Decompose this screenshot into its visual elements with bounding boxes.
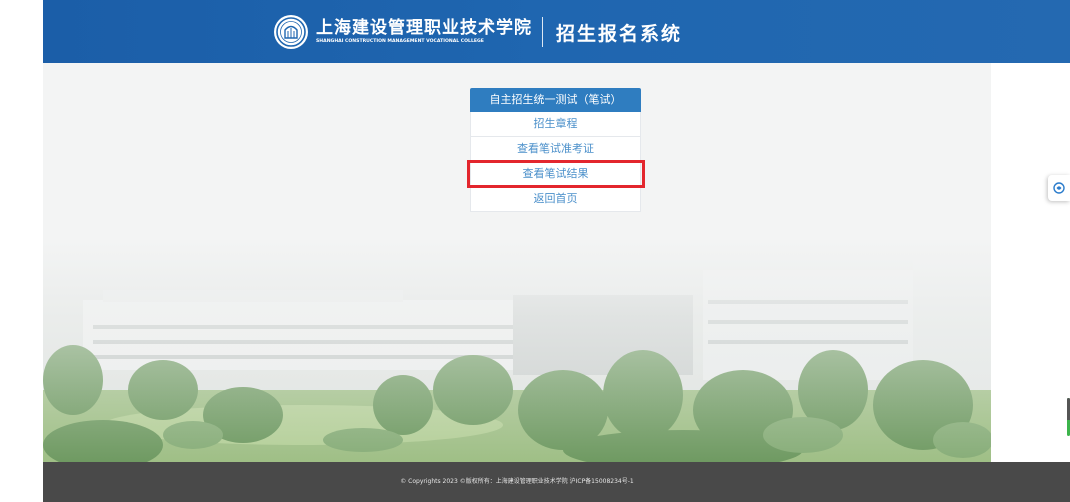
page-body: 自主招生统一测试（笔试） 招生章程 查看笔试准考证 查看笔试结果 返回首页 (43, 0, 991, 502)
menu-item-view-exam-results[interactable]: 查看笔试结果 (467, 160, 645, 188)
site-header: 上海建设管理职业技术学院 SHANGHAI CONSTRUCTION MANAG… (43, 0, 1070, 63)
exam-menu: 自主招生统一测试（笔试） 招生章程 查看笔试准考证 查看笔试结果 返回首页 (467, 88, 645, 212)
campus-background-image (43, 240, 991, 462)
header-divider (542, 17, 543, 47)
floating-assistant-button[interactable] (1048, 175, 1070, 201)
college-name-cn: 上海建设管理职业技术学院 (316, 18, 532, 38)
system-title: 招生报名系统 (556, 22, 683, 45)
menu-item-view-admission-ticket[interactable]: 查看笔试准考证 (470, 137, 641, 162)
site-footer: © Copyrights 2023 ©版权所有：上海建设管理职业技术学院 沪IC… (43, 462, 1070, 502)
college-name: 上海建设管理职业技术学院 SHANGHAI CONSTRUCTION MANAG… (316, 18, 532, 46)
menu-item-admission-rules[interactable]: 招生章程 (470, 112, 641, 137)
menu-item-label: 查看笔试结果 (522, 167, 589, 180)
college-name-en: SHANGHAI CONSTRUCTION MANAGEMENT VOCATIO… (316, 39, 484, 44)
college-logo[interactable]: 上海建设管理职业技术学院 SHANGHAI CONSTRUCTION MANAG… (274, 14, 682, 50)
menu-item-back-home[interactable]: 返回首页 (470, 187, 641, 212)
assistant-icon (1053, 182, 1065, 194)
college-emblem-icon (274, 15, 308, 49)
copyright-text: © Copyrights 2023 ©版权所有：上海建设管理职业技术学院 沪IC… (400, 478, 634, 485)
menu-title: 自主招生统一测试（笔试） (470, 88, 641, 112)
